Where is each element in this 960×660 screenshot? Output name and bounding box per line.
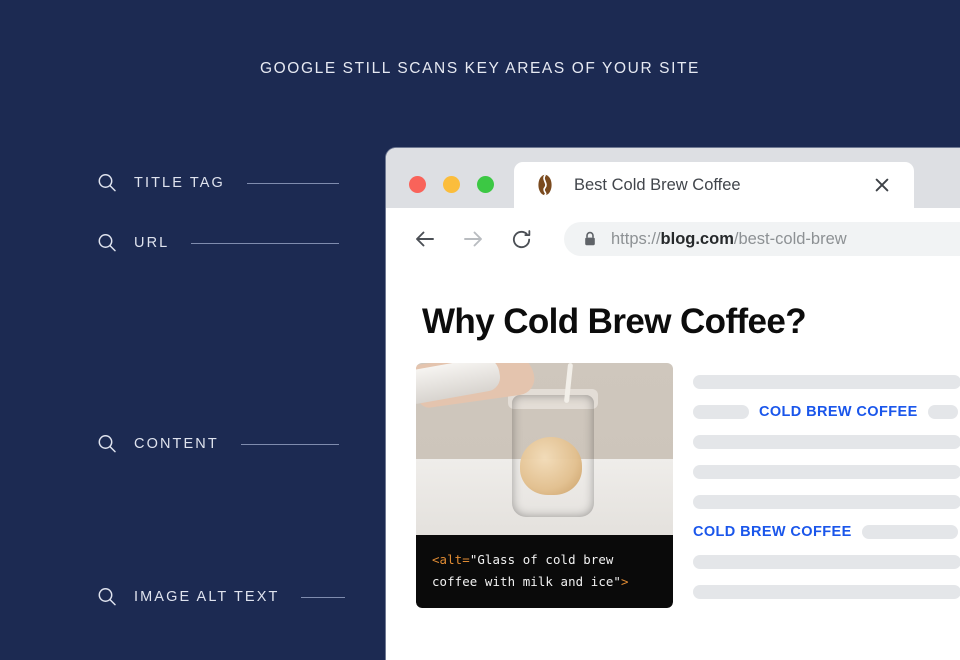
article-body: <alt="Glass of cold brew coffee with mil… [386, 363, 960, 609]
connector-line [240, 443, 339, 445]
coffee-bean-icon [532, 172, 558, 198]
checklist-item-content[interactable]: CONTENT [92, 429, 339, 459]
search-icon [92, 228, 122, 258]
skeleton-bar [693, 375, 960, 389]
url-path: /best-cold-brew [733, 229, 847, 248]
checklist-item-image-alt-text[interactable]: IMAGE ALT TEXT [92, 582, 346, 612]
checklist-label: URL [134, 235, 170, 251]
skeleton-row [693, 487, 960, 517]
connector-line [246, 182, 339, 184]
article-heading: Why Cold Brew Coffee? [422, 302, 807, 341]
skeleton-row [693, 427, 960, 457]
address-bar[interactable]: https://blog.com/best-cold-brew [564, 222, 960, 256]
checklist-label: CONTENT [134, 436, 219, 452]
article-figure: <alt="Glass of cold brew coffee with mil… [416, 363, 673, 609]
skeleton-bar [693, 555, 960, 569]
skeleton-bar [693, 495, 960, 509]
keyword-highlight: COLD BREW COFFEE [693, 524, 852, 540]
checklist-item-title-tag[interactable]: TITLE TAG [92, 168, 339, 198]
search-icon [92, 168, 122, 198]
url-scheme: https:// [611, 229, 661, 248]
window-controls [409, 176, 494, 193]
arrow-left-icon[interactable] [408, 222, 442, 256]
skeleton-row [693, 367, 960, 397]
alt-tag-open: <alt= [432, 552, 470, 567]
address-bar-text: https://blog.com/best-cold-brew [611, 230, 847, 249]
connector-line [191, 242, 340, 244]
skeleton-bar [693, 435, 960, 449]
browser-tab[interactable]: Best Cold Brew Coffee [514, 162, 914, 208]
search-icon [92, 582, 122, 612]
minimize-dot[interactable] [443, 176, 460, 193]
close-icon[interactable] [872, 175, 892, 195]
alt-tag-close: > [621, 574, 629, 590]
milk-swirl [520, 437, 582, 495]
photo-card: <alt="Glass of cold brew coffee with mil… [416, 363, 673, 609]
search-icon [92, 429, 122, 459]
page-title: GOOGLE STILL SCANS KEY AREAS OF YOUR SIT… [259, 60, 700, 77]
browser-tab-strip: Best Cold Brew Coffee [386, 148, 960, 208]
checklist-label: IMAGE ALT TEXT [134, 589, 280, 605]
skeleton-row [693, 577, 960, 607]
skeleton-bar [693, 585, 960, 599]
close-dot[interactable] [409, 176, 426, 193]
article-text-skeleton: COLD BREW COFFEE COLD BREW COFFEE [693, 363, 960, 608]
reload-icon[interactable] [504, 222, 538, 256]
url-domain: blog.com [660, 229, 734, 248]
web-page-content: Why Cold Brew Coffee? <alt="Glass of col… [386, 270, 960, 660]
checklist-label: TITLE TAG [134, 175, 225, 191]
alt-text-code-block: <alt="Glass of cold brew coffee with mil… [416, 535, 673, 609]
keyword-highlight: COLD BREW COFFEE [759, 404, 918, 420]
keyword-row: COLD BREW COFFEE [693, 517, 960, 547]
alt-text-value-line-2: coffee with milk and ice" [432, 574, 621, 590]
keyword-row: COLD BREW COFFEE [693, 397, 960, 427]
skeleton-bar [927, 405, 958, 419]
skeleton-bar [693, 465, 960, 479]
checklist-item-url[interactable]: URL [92, 228, 340, 258]
browser-tab-title: Best Cold Brew Coffee [574, 175, 741, 194]
skeleton-bar [861, 525, 958, 539]
browser-window: Best Cold Brew Coffee https://blog.com/b… [386, 148, 960, 660]
connector-line [301, 596, 346, 598]
maximize-dot[interactable] [477, 176, 494, 193]
skeleton-row [693, 457, 960, 487]
lock-icon [582, 231, 597, 248]
browser-toolbar: https://blog.com/best-cold-brew [386, 208, 960, 270]
alt-text-value-line-1: "Glass of cold brew [469, 552, 614, 567]
skeleton-bar [693, 405, 749, 419]
cold-brew-photo [416, 363, 673, 535]
skeleton-row [693, 547, 960, 577]
arrow-right-icon[interactable] [456, 222, 490, 256]
